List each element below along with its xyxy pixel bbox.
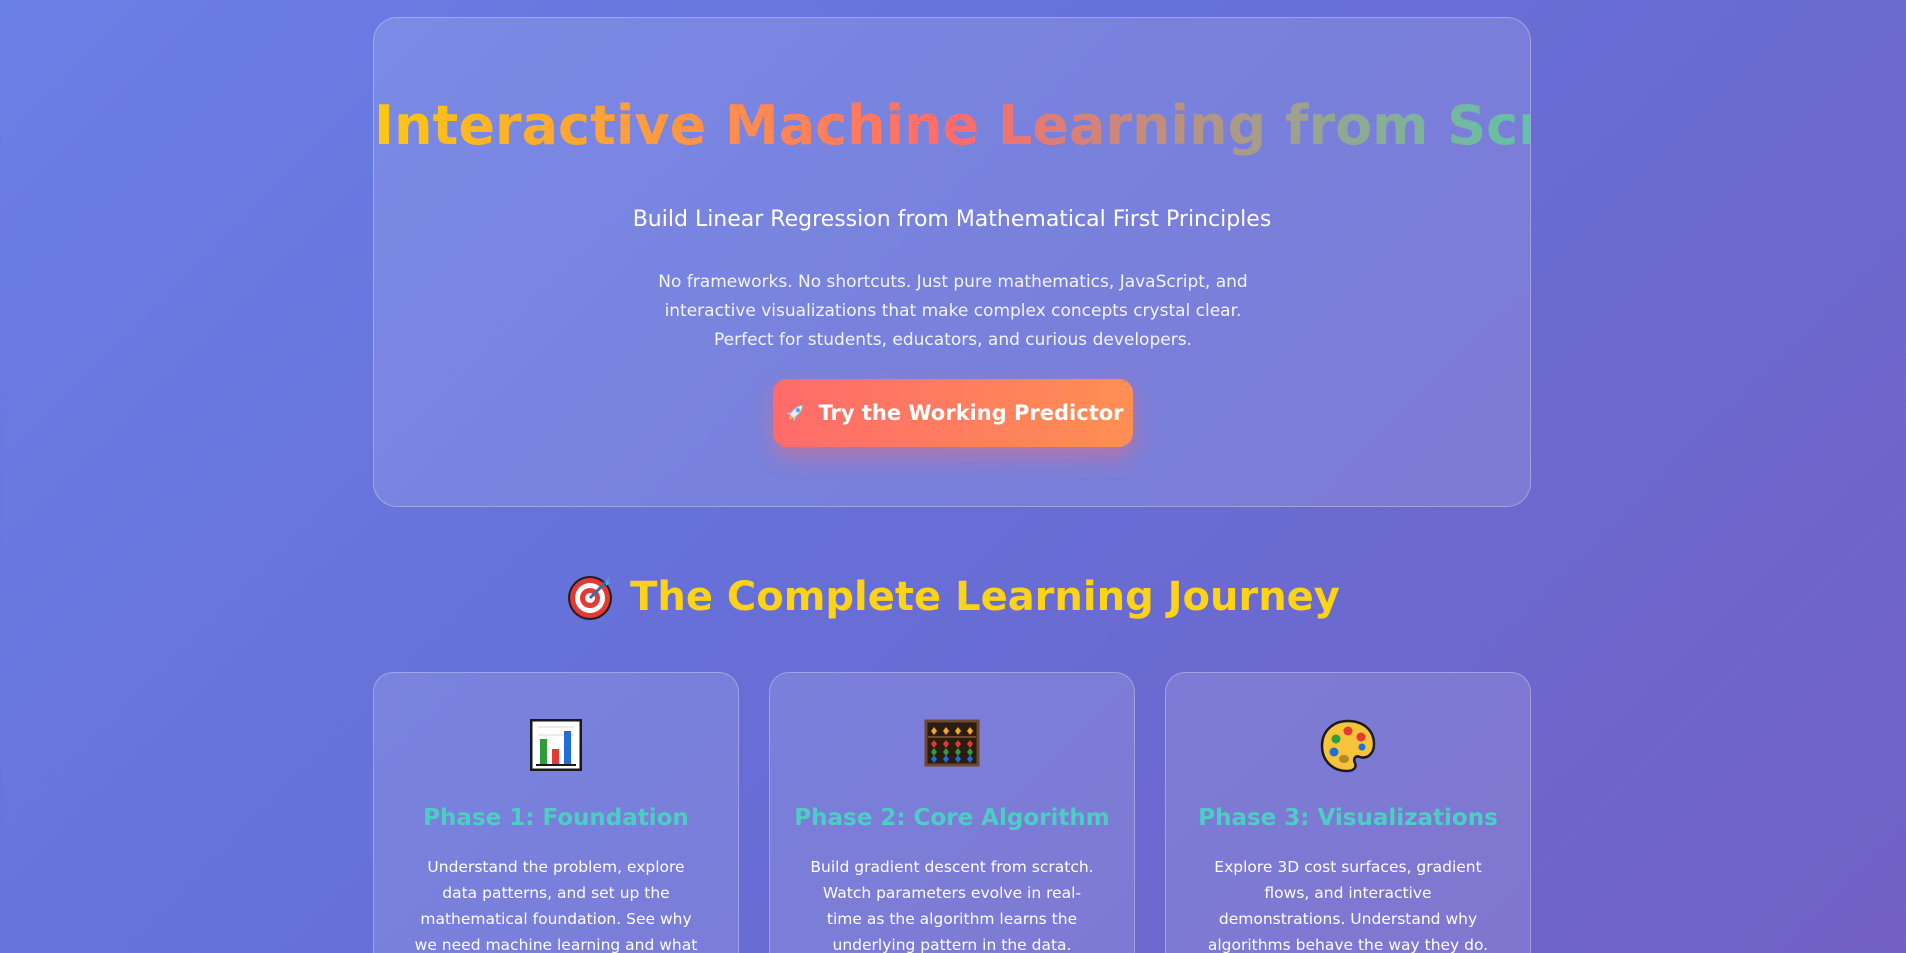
hero-section: Interactive Machine Learning from Scratc… <box>373 17 1678 507</box>
card-description: Build gradient descent from scratch. Wat… <box>810 858 1094 953</box>
try-predictor-button[interactable]: Try the Working Predictor <box>773 379 1133 447</box>
target-icon <box>566 573 614 621</box>
phase-card-foundation: Phase 1: Foundation Understand the probl… <box>373 672 739 953</box>
card-title: Phase 3: Visualizations <box>1198 805 1498 831</box>
card-title: Phase 1: Foundation <box>423 805 689 831</box>
rocket-icon <box>782 400 808 426</box>
try-predictor-label: Try the Working Predictor <box>818 401 1124 425</box>
hero-description: No frameworks. No shortcuts. Just pure m… <box>658 272 1248 350</box>
card-title: Phase 2: Core Algorithm <box>794 805 1110 831</box>
card-description: Understand the problem, explore data pat… <box>414 858 698 953</box>
journey-title: The Complete Learning Journey <box>630 574 1340 620</box>
hero-subtitle: Build Linear Regression from Mathematica… <box>632 207 1272 232</box>
phase-card-core-algorithm: Phase 2: Core Algorithm Build gradient d… <box>769 672 1135 953</box>
bar-chart-icon <box>374 719 738 773</box>
card-description: Explore 3D cost surfaces, gradient flows… <box>1207 858 1489 953</box>
phase-card-visualizations: Phase 3: Visualizations Explore 3D cost … <box>1165 672 1531 953</box>
hero-title: Interactive Machine Learning from Scratc… <box>374 94 1678 157</box>
abacus-icon <box>770 719 1134 773</box>
palette-icon <box>1166 719 1530 773</box>
journey-heading: The Complete Learning Journey <box>0 573 1906 621</box>
